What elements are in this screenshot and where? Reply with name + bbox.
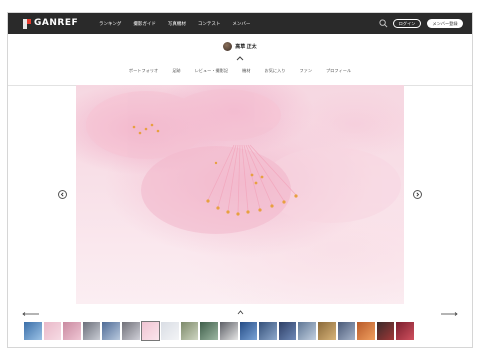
- tab-equipment[interactable]: 機材: [242, 68, 250, 74]
- thumbnail-item[interactable]: [43, 322, 62, 340]
- avatar[interactable]: [223, 42, 233, 51]
- thumbnail-strip: [24, 321, 464, 342]
- thumbnail-controls: [8, 309, 472, 319]
- chevron-left-icon: [60, 192, 64, 197]
- scroll-left-icon[interactable]: [22, 312, 40, 316]
- tab-reviews[interactable]: レビュー・撮影記: [195, 68, 229, 74]
- chevron-right-icon: [416, 192, 420, 197]
- nav-link-contest[interactable]: コンテスト: [198, 21, 221, 27]
- nav-link-members[interactable]: メンバー: [232, 21, 250, 27]
- thumbnail-item[interactable]: [102, 322, 120, 340]
- thumbnail-item[interactable]: [219, 322, 238, 340]
- login-button[interactable]: ログイン: [393, 19, 421, 28]
- tab-fans[interactable]: ファン: [299, 68, 312, 74]
- search-icon[interactable]: [379, 19, 388, 28]
- chevron-up-icon[interactable]: [237, 310, 244, 315]
- thumbnail-item[interactable]: [376, 322, 395, 340]
- nav-link-ranking[interactable]: ランキング: [99, 21, 121, 27]
- chevron-up-icon[interactable]: [236, 55, 244, 61]
- thumbnail-item[interactable]: [161, 322, 179, 340]
- browser-frame: GANREF ランキング 撮影ガイド 写真機材 コンテスト メンバー ログイン …: [7, 12, 473, 348]
- scroll-right-icon[interactable]: [440, 312, 458, 316]
- cherry-blossom-photo: [86, 89, 401, 234]
- nav-link-shooting-guide[interactable]: 撮影ガイド: [133, 21, 156, 27]
- thumbnail-item[interactable]: [298, 322, 316, 340]
- thumbnail-item[interactable]: [121, 322, 140, 340]
- next-photo-button[interactable]: [413, 190, 422, 199]
- brand-name: GANREF: [34, 18, 79, 28]
- main-nav: ランキング 撮影ガイド 写真機材 コンテスト メンバー: [99, 13, 250, 34]
- thumbnail-item[interactable]: [82, 322, 101, 340]
- tab-portfolio[interactable]: ポートフォリオ: [129, 68, 158, 74]
- thumbnail-item[interactable]: [24, 322, 42, 340]
- previous-photo-button[interactable]: [58, 190, 67, 199]
- tab-profile[interactable]: プロフィール: [326, 68, 351, 74]
- thumbnail-item[interactable]: [337, 322, 356, 340]
- ganref-logo[interactable]: GANREF: [23, 18, 78, 29]
- profile-tabs: ポートフォリオ 足跡 レビュー・撮影記 機材 お気に入り ファン プロフィール: [8, 68, 472, 74]
- thumbnail-item[interactable]: [278, 322, 297, 340]
- ganref-logo-icon: [23, 18, 31, 29]
- thumbnail-item[interactable]: [239, 322, 258, 340]
- tab-footprints[interactable]: 足跡: [172, 68, 180, 74]
- thumbnail-item[interactable]: [140, 321, 161, 341]
- thumbnail-item[interactable]: [396, 322, 414, 340]
- thumbnail-item[interactable]: [357, 322, 375, 340]
- register-button[interactable]: メンバー登録: [427, 19, 463, 28]
- thumbnail-item[interactable]: [200, 322, 218, 340]
- nav-link-equipment[interactable]: 写真機材: [168, 21, 186, 27]
- tab-favorites[interactable]: お気に入り: [265, 68, 286, 74]
- thumbnail-item[interactable]: [63, 322, 81, 340]
- thumbnail-item[interactable]: [317, 322, 336, 340]
- user-name[interactable]: 高草 正太: [235, 43, 256, 50]
- thumbnail-item[interactable]: [259, 322, 277, 340]
- user-info: 高草 正太: [8, 42, 472, 51]
- main-photo[interactable]: [76, 85, 404, 304]
- top-navbar: GANREF ランキング 撮影ガイド 写真機材 コンテスト メンバー ログイン …: [8, 13, 472, 34]
- thumbnail-item[interactable]: [180, 322, 199, 340]
- profile-header: 高草 正太 ポートフォリオ 足跡 レビュー・撮影記 機材 お気に入り ファン プ…: [8, 34, 472, 86]
